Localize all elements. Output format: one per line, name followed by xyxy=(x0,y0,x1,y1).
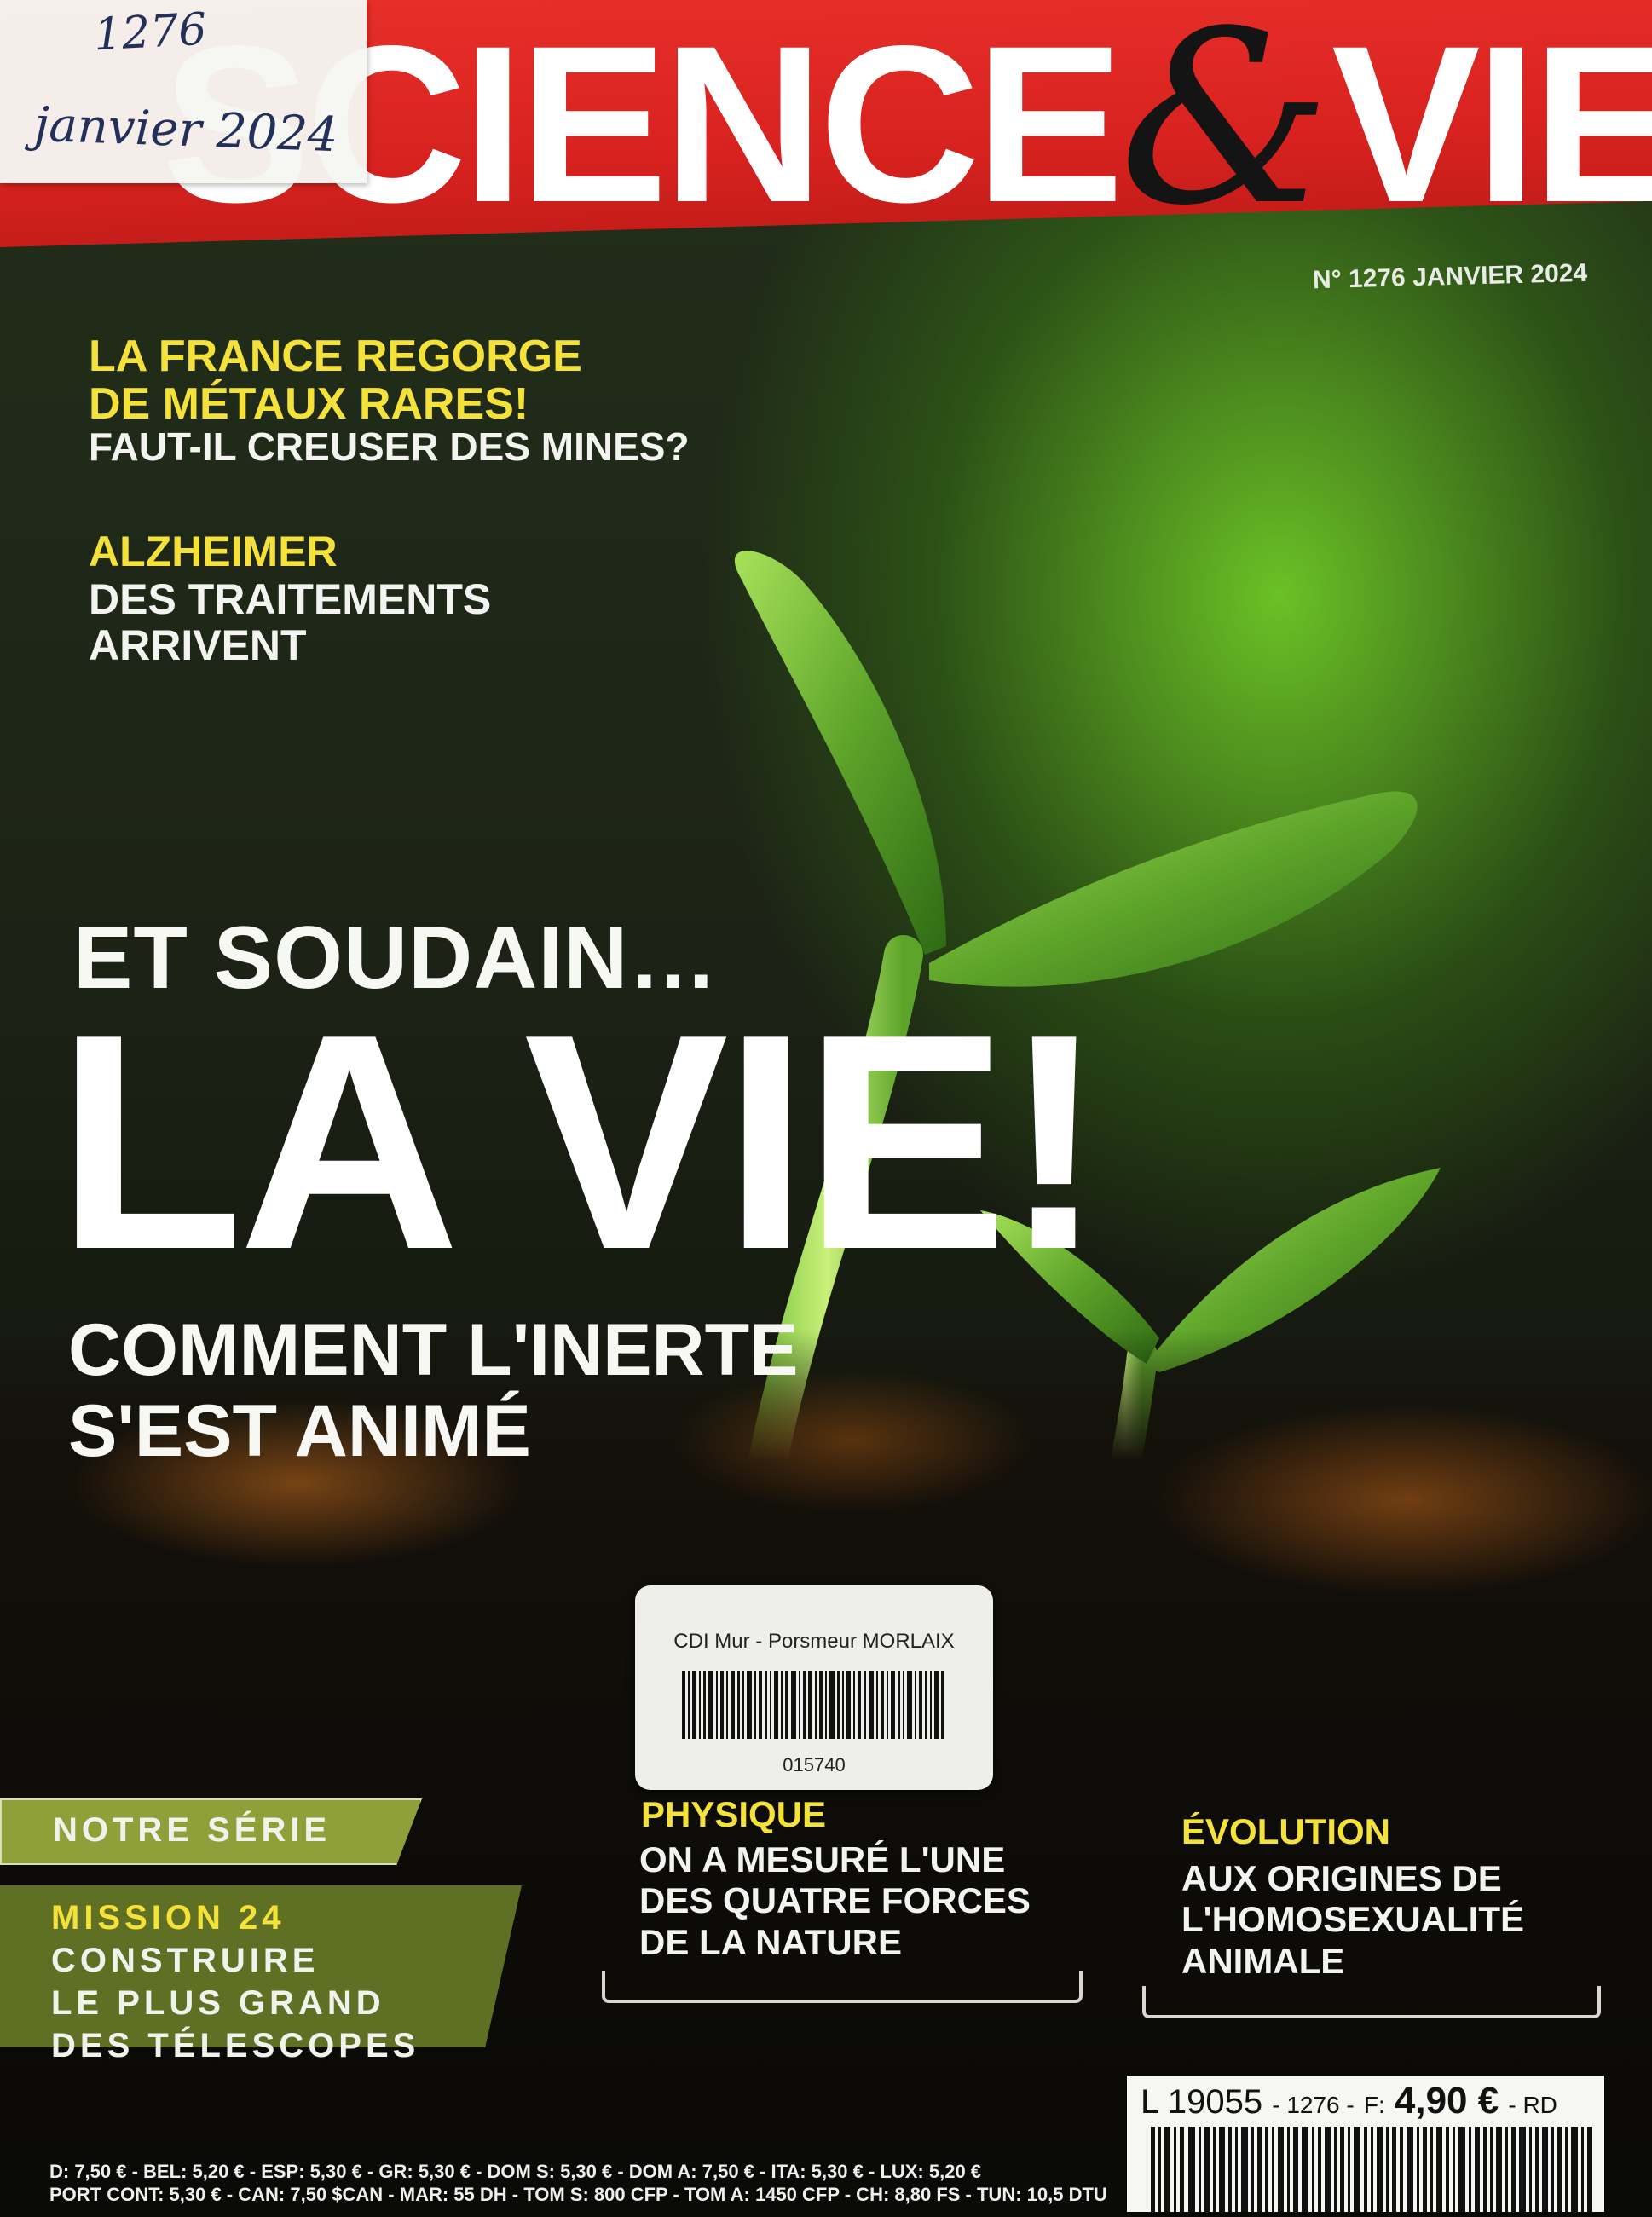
coverline-alzheimer-body: DES TRAITEMENTS ARRIVENT xyxy=(89,576,491,668)
evolution-line-2: L'HOMOSEXUALITÉ xyxy=(1181,1899,1524,1940)
library-sticker: CDI Mur - Porsmeur MORLAIX 015740 xyxy=(635,1585,993,1790)
physique-line-1: ON A MESURÉ L'UNE xyxy=(639,1839,1006,1879)
coverline-alzheimer-line2: ARRIVENT xyxy=(89,621,307,669)
evolution-title: ÉVOLUTION xyxy=(1181,1811,1391,1851)
right-cotyledon xyxy=(929,791,1418,987)
left-cotyledon xyxy=(734,551,946,955)
coverline-metals: LA FRANCE REGORGE DE MÉTAUX RARES! xyxy=(89,332,582,428)
price-issue: - 1276 - xyxy=(1272,2092,1355,2118)
headline-sub-1: COMMENT L'INERTE xyxy=(68,1309,799,1391)
price-amount: 4,90 € xyxy=(1394,2080,1499,2122)
evolution-frame xyxy=(1142,1986,1601,2018)
series-line-1: CONSTRUIRE xyxy=(51,1942,320,1979)
evolution-body: AUX ORIGINES DE L'HOMOSEXUALITÉ ANIMALE xyxy=(1181,1858,1524,1982)
physique-frame xyxy=(602,1971,1083,2003)
headline-sub-2: S'EST ANIMÉ xyxy=(68,1390,531,1472)
magazine-cover: SCIENCE&VIE 1276 janvier 2024 N° 1276 JA… xyxy=(0,0,1652,2217)
fine-print-line-2: PORT CONT: 5,30 € - CAN: 7,50 $CAN - MAR… xyxy=(49,2184,1107,2205)
price-line: L 19055 - 1276 - F: 4,90 € - RD xyxy=(1141,2080,1557,2122)
price-code: L 19055 xyxy=(1141,2083,1263,2121)
evolution-line-3: ANIMALE xyxy=(1181,1940,1345,1981)
physique-title: PHYSIQUE xyxy=(641,1794,827,1834)
coverline-metals-sub: FAUT-IL CREUSER DES MINES? xyxy=(89,424,690,469)
price-country: F: xyxy=(1363,2092,1385,2118)
physique-line-3: DE LA NATURE xyxy=(639,1921,902,1962)
coverline-metals-line2: DE MÉTAUX RARES! xyxy=(89,379,529,430)
library-barcode xyxy=(682,1671,944,1739)
series-mission-title: MISSION 24 xyxy=(51,1899,286,1937)
physique-line-2: DES QUATRE FORCES xyxy=(639,1880,1031,1921)
retail-barcode xyxy=(1151,2127,1592,2212)
physique-body: ON A MESURÉ L'UNE DES QUATRE FORCES DE L… xyxy=(639,1839,1031,1963)
price-suffix: - RD xyxy=(1508,2092,1557,2118)
library-name: CDI Mur - Porsmeur MORLAIX xyxy=(673,1630,955,1653)
evolution-line-1: AUX ORIGINES DE xyxy=(1181,1858,1502,1898)
coverline-metals-line1: LA FRANCE REGORGE xyxy=(89,332,582,381)
series-tag-label: NOTRE SÉRIE xyxy=(53,1811,332,1849)
headline-main: LA VIE! xyxy=(56,971,1106,1313)
coverline-alzheimer-title: ALZHEIMER xyxy=(89,528,338,575)
series-line-3: DES TÉLESCOPES xyxy=(51,2027,420,2064)
coverline-alzheimer-line1: DES TRAITEMENTS xyxy=(89,575,492,623)
library-code: 015740 xyxy=(783,1754,846,1775)
fine-print-line-1: D: 7,50 € - BEL: 5,20 € - ESP: 5,30 € - … xyxy=(49,2161,982,2182)
series-line-2: LE PLUS GRAND xyxy=(51,1984,385,2022)
